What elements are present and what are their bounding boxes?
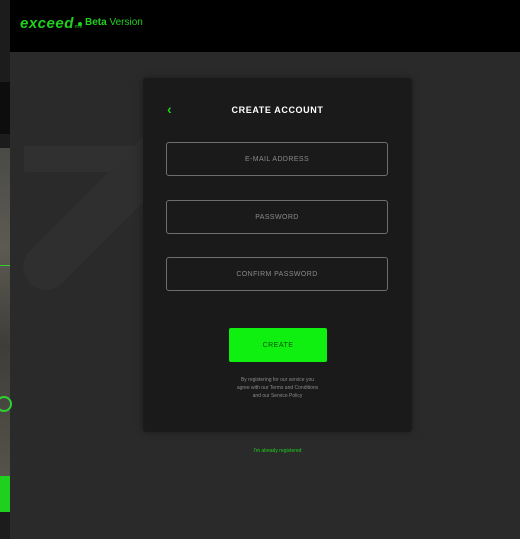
background-page-strip (0, 0, 12, 539)
background-accent-line (0, 265, 10, 266)
top-header: exceedme Beta Version (10, 0, 520, 52)
confirm-password-field[interactable] (166, 257, 388, 291)
password-input[interactable] (167, 201, 387, 233)
background-ring-icon (0, 396, 12, 412)
create-button[interactable]: CREATE (229, 328, 327, 362)
terms-line[interactable]: agree with our Terms and Conditions (143, 384, 412, 392)
terms-notice: By registering for our service you agree… (143, 376, 412, 400)
separator-dot-icon (78, 22, 82, 26)
password-field[interactable] (166, 200, 388, 234)
background-photo (0, 148, 10, 478)
page-title: CREATE ACCOUNT (231, 105, 324, 115)
exceed-logo[interactable]: exceedme (20, 15, 83, 32)
email-field[interactable] (166, 142, 388, 176)
background-green-block (0, 476, 10, 512)
confirm-password-input[interactable] (167, 258, 387, 290)
email-input[interactable] (167, 143, 387, 175)
already-registered-link[interactable]: I'm already registered (143, 448, 412, 454)
background-block (0, 82, 10, 134)
create-account-card: ‹ CREATE ACCOUNT CREATE By registering f… (143, 78, 412, 432)
beta-label: Beta (85, 17, 107, 28)
terms-line: By registering for our service you (240, 377, 315, 383)
logo-text: exceed (20, 15, 74, 32)
version-label: Version (109, 17, 143, 28)
terms-line[interactable]: and our Service Policy (143, 392, 412, 400)
beta-version-label: Beta Version (85, 17, 143, 28)
